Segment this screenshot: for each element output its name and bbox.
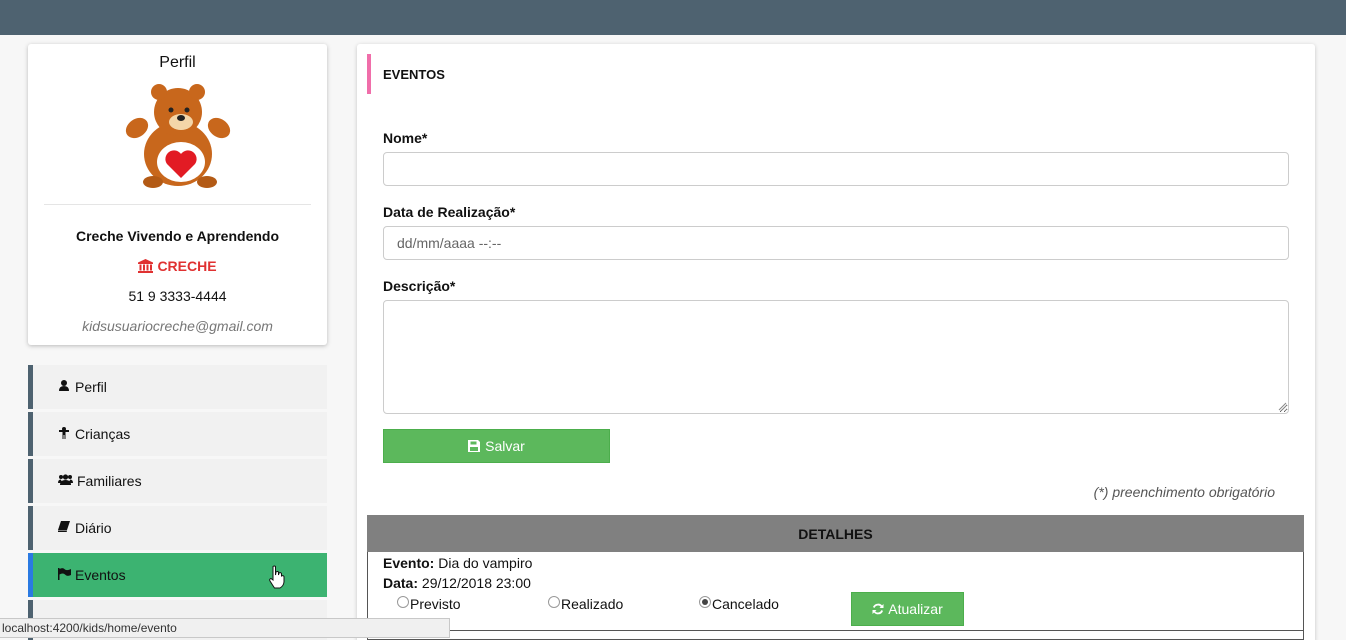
date-input[interactable] (383, 226, 1289, 260)
org-phone: 51 9 3333-4444 (128, 288, 227, 304)
status-radio-realizado[interactable]: Realizado (548, 596, 623, 612)
hand-cursor-icon (269, 565, 285, 589)
name-input[interactable] (383, 152, 1289, 186)
status-radio-cancelado[interactable]: Cancelado (699, 596, 779, 612)
flag-icon (57, 567, 71, 583)
profile-divider (44, 204, 311, 205)
description-textarea[interactable] (383, 300, 1289, 414)
profile-title: Perfil (159, 54, 196, 71)
event-detail: Evento: Dia do vampiro (383, 555, 532, 571)
event-label: Evento: (383, 555, 435, 571)
section-accent-bar (367, 54, 371, 94)
radio-label: Previsto (410, 596, 461, 612)
top-bar (0, 0, 1346, 35)
org-email: kidsusuariocreche@gmail.com (82, 318, 273, 334)
radio-button[interactable] (397, 596, 409, 608)
section-title: EVENTOS (383, 67, 445, 82)
users-icon (57, 474, 73, 488)
book-icon (57, 521, 71, 535)
floppy-disk-icon (468, 440, 481, 452)
sidebar-item-label: Familiares (77, 473, 142, 489)
update-button[interactable]: Atualizar (851, 592, 964, 626)
refresh-icon (872, 603, 884, 615)
save-button[interactable]: Salvar (383, 429, 610, 463)
sidebar-item-label: Crianças (75, 426, 131, 442)
date-detail-value: 29/12/2018 23:00 (421, 575, 531, 591)
sidebar-item-familiares[interactable]: Familiares (28, 459, 327, 503)
name-label: Nome* (383, 130, 428, 146)
radio-label: Cancelado (712, 596, 779, 612)
sidebar-item-perfil[interactable]: Perfil (28, 365, 327, 409)
profile-card: Perfil Creche Vivendo e Aprendendo CRECH (28, 44, 327, 345)
date-detail-label: Data: (383, 575, 419, 591)
bear-avatar-icon (125, 84, 231, 188)
status-radio-previsto[interactable]: Previsto (397, 596, 461, 612)
sidebar-item-criancas[interactable]: Crianças (28, 412, 327, 456)
date-label: Data de Realização* (383, 204, 516, 220)
sidebar-item-label: Diário (75, 520, 112, 536)
browser-status-bar: localhost:4200/kids/home/evento (0, 618, 450, 638)
org-type-label: CRECHE (157, 258, 217, 274)
event-value: Dia do vampiro (438, 555, 533, 571)
details-header: DETALHES (367, 515, 1304, 552)
sidebar-item-label: Eventos (75, 567, 126, 583)
description-label: Descrição* (383, 278, 456, 294)
date-detail: Data: 29/12/2018 23:00 (383, 575, 531, 591)
org-type: CRECHE (28, 258, 327, 274)
child-icon (57, 426, 71, 442)
save-button-label: Salvar (485, 438, 525, 454)
details-divider (367, 630, 1304, 631)
org-name: Creche Vivendo e Aprendendo (75, 228, 280, 244)
update-button-label: Atualizar (888, 601, 943, 617)
user-icon (57, 380, 71, 394)
radio-button-checked[interactable] (699, 596, 711, 608)
radio-button[interactable] (548, 596, 560, 608)
sidebar-item-diario[interactable]: Diário (28, 506, 327, 550)
required-note: (*) preenchimento obrigatório (1093, 484, 1275, 500)
sidebar-item-label: Perfil (75, 379, 107, 395)
radio-label: Realizado (561, 596, 624, 612)
institution-icon (138, 259, 154, 273)
resize-grip-icon[interactable] (1277, 401, 1287, 411)
